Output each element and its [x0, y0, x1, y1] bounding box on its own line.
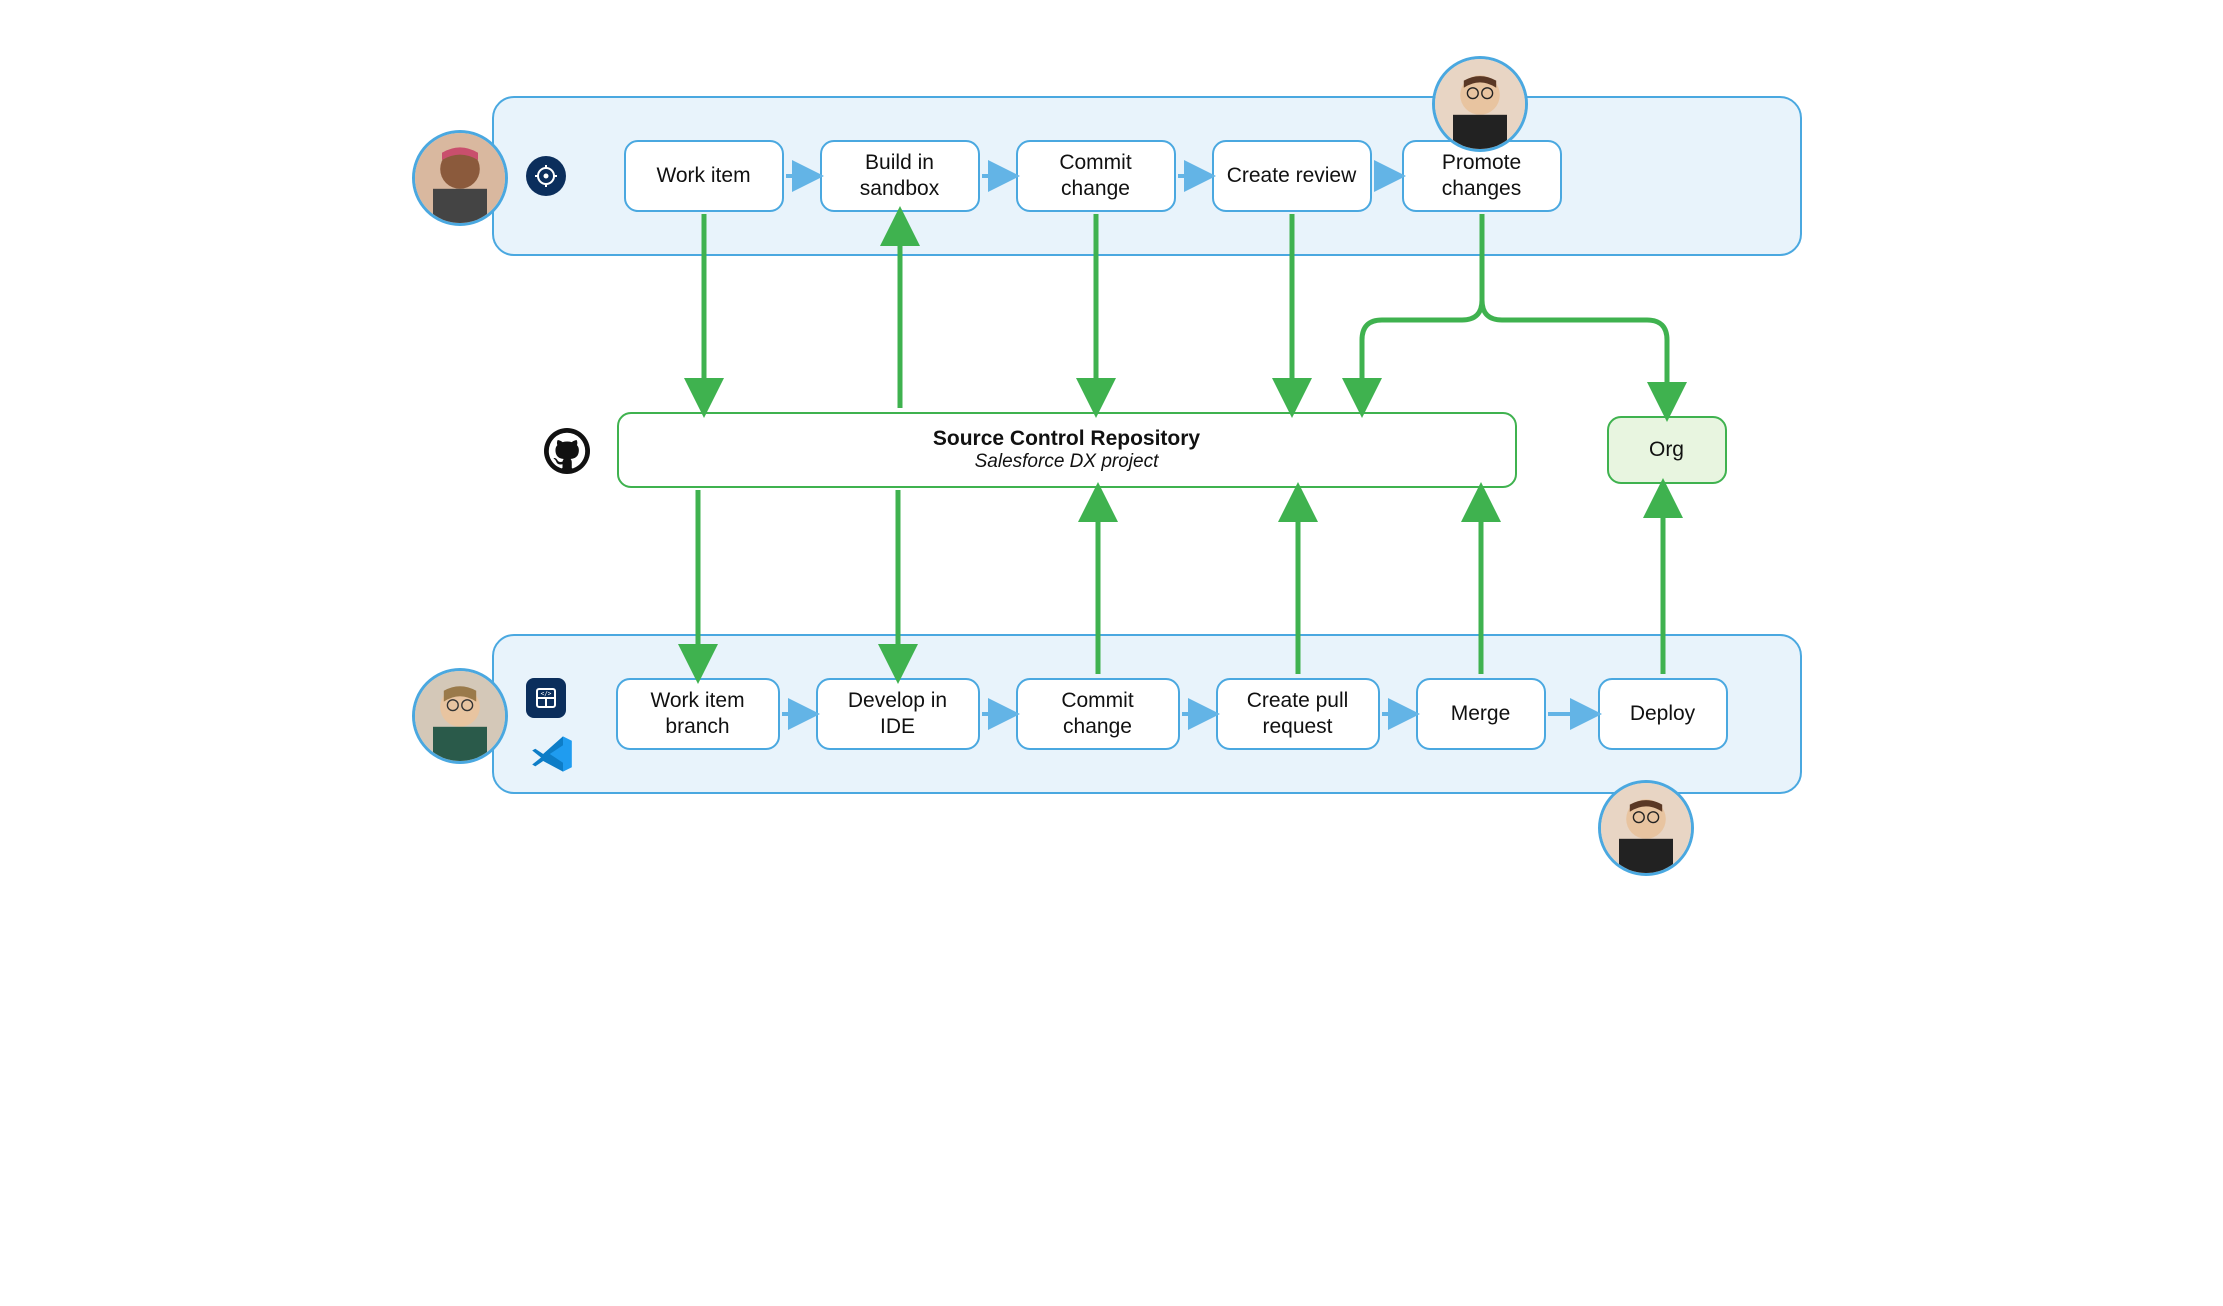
github-icon	[544, 428, 590, 474]
node-label: Promote changes	[1414, 150, 1550, 203]
repo-subtitle: Salesforce DX project	[975, 451, 1159, 473]
repo-title: Source Control Repository	[933, 427, 1200, 451]
node-label: Build in sandbox	[832, 150, 968, 203]
avatar-release-manager-top	[1432, 56, 1528, 152]
node-label: Deploy	[1630, 701, 1695, 727]
node-develop-ide: Develop in IDE	[816, 678, 980, 750]
node-source-control-repository: Source Control Repository Salesforce DX …	[617, 412, 1517, 488]
avatar-release-manager-bottom	[1598, 780, 1694, 876]
diagram-canvas: Work item Build in sandbox Commit change…	[392, 40, 1832, 890]
node-merge: Merge	[1416, 678, 1546, 750]
node-label: Org	[1649, 438, 1684, 462]
node-work-item: Work item	[624, 140, 784, 212]
code-builder-icon: </>	[526, 678, 566, 718]
node-label: Create review	[1227, 163, 1357, 189]
vscode-icon	[530, 732, 574, 776]
node-work-item-branch: Work item branch	[616, 678, 780, 750]
node-commit-change-bottom: Commit change	[1016, 678, 1180, 750]
avatar-admin	[412, 130, 508, 226]
node-label: Create pull request	[1228, 688, 1368, 741]
node-create-pull-request: Create pull request	[1216, 678, 1380, 750]
target-icon	[526, 156, 566, 196]
node-create-review: Create review	[1212, 140, 1372, 212]
node-label: Develop in IDE	[828, 688, 968, 741]
node-label: Merge	[1451, 701, 1511, 727]
node-label: Commit change	[1028, 150, 1164, 203]
node-org: Org	[1607, 416, 1727, 484]
node-deploy: Deploy	[1598, 678, 1728, 750]
node-label: Commit change	[1028, 688, 1168, 741]
avatar-developer	[412, 668, 508, 764]
node-label: Work item branch	[628, 688, 768, 741]
node-commit-change-top: Commit change	[1016, 140, 1176, 212]
node-build-sandbox: Build in sandbox	[820, 140, 980, 212]
node-label: Work item	[656, 163, 750, 189]
svg-text:</>: </>	[540, 691, 551, 698]
